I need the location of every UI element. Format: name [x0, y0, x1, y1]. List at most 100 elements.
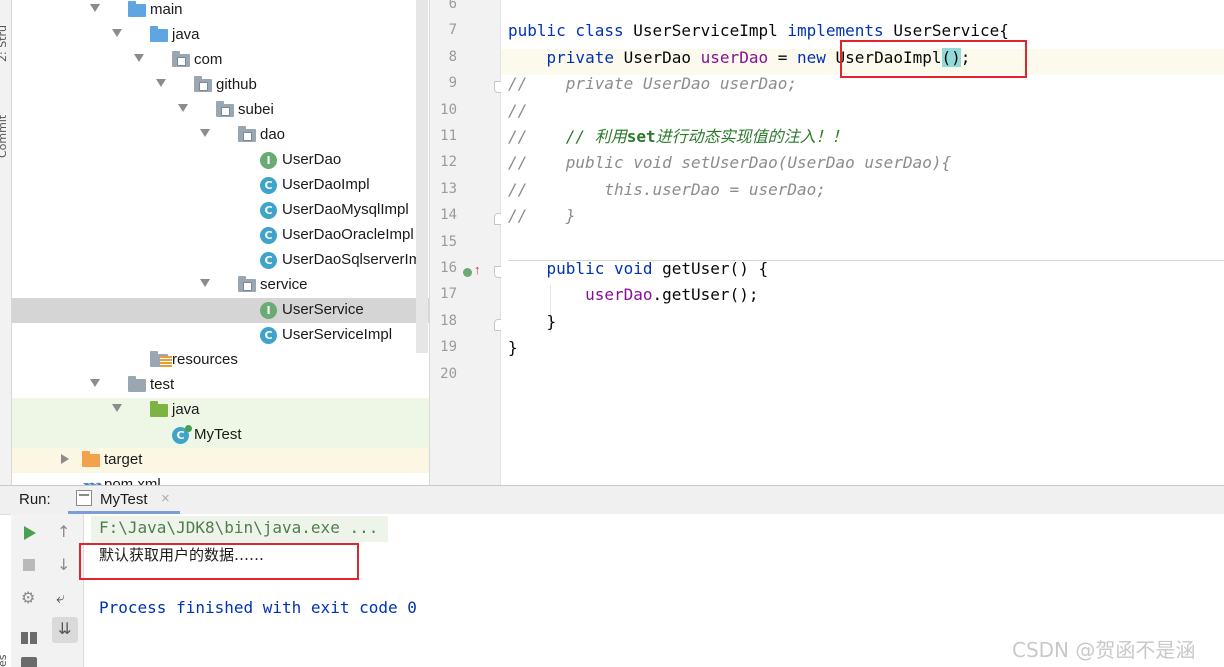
- console-command[interactable]: F:\Java\JDK8\bin\java.exe ...: [99, 518, 378, 537]
- tree-item[interactable]: service: [12, 273, 429, 298]
- tree-item-label: UserDaoImpl: [282, 176, 370, 193]
- code-line[interactable]: }: [508, 335, 518, 361]
- code-token: public void: [508, 259, 663, 278]
- code-token: // private UserDao userDao;: [508, 74, 797, 94]
- chevron-right-icon[interactable]: [61, 454, 69, 464]
- chevron-down-icon[interactable]: [90, 4, 100, 12]
- tree-item[interactable]: C UserDaoImpl: [12, 173, 429, 198]
- tree-item[interactable]: com: [12, 48, 429, 73]
- tree-item-label: UserService: [282, 301, 364, 318]
- class-icon: C: [260, 227, 277, 244]
- tree-item[interactable]: github: [12, 73, 429, 98]
- code-token: set: [626, 127, 656, 146]
- folder-icon: [150, 351, 172, 368]
- folder-icon: [82, 451, 100, 467]
- chevron-down-icon[interactable]: [178, 104, 188, 112]
- line-number: 13: [440, 180, 457, 197]
- code-token: }: [508, 311, 557, 331]
- line-number: 9: [448, 75, 457, 92]
- tree-item-label: service: [260, 276, 308, 293]
- tree-item-label: test: [150, 376, 175, 393]
- code-token: UserServiceImpl: [633, 21, 788, 41]
- line-number: 18: [440, 312, 457, 329]
- project-tree: main java com github subei dao I UserDao C UserDa…: [12, 0, 430, 485]
- code-token: getUser() {: [662, 259, 769, 278]
- tree-item[interactable]: C UserDaoSqlserverIm: [12, 248, 429, 273]
- code-line[interactable]: // this.userDao = userDao;: [508, 177, 826, 203]
- code-line[interactable]: // public void setUserDao(UserDao userDa…: [508, 150, 951, 176]
- overrides-arrow-icon[interactable]: ↑: [474, 262, 481, 277]
- tree-item[interactable]: C UserDaoOracleImpl: [12, 223, 429, 248]
- chevron-down-icon[interactable]: [200, 129, 210, 137]
- chevron-down-icon[interactable]: [112, 404, 122, 412]
- chevron-down-icon[interactable]: [200, 279, 210, 287]
- run-label: Run:: [19, 491, 51, 508]
- layout-icon[interactable]: [21, 632, 37, 644]
- debug-settings-icon[interactable]: ⚙: [21, 588, 35, 607]
- run-tab-mytest[interactable]: MyTest: [100, 491, 148, 508]
- code-token: // }: [508, 206, 576, 226]
- code-token: new: [797, 47, 836, 67]
- soft-wrap-icon[interactable]: ⤶: [56, 588, 65, 608]
- line-number: 10: [440, 101, 457, 118]
- folder-icon: [128, 376, 146, 392]
- implements-marker-icon[interactable]: [463, 268, 472, 277]
- run-toolbar: Run: MyTest ×: [0, 485, 1224, 515]
- scroll-to-end-button[interactable]: ⇊: [52, 617, 78, 643]
- chevron-down-icon[interactable]: [112, 29, 122, 37]
- tree-item[interactable]: test: [12, 373, 429, 398]
- chevron-down-icon[interactable]: [134, 54, 144, 62]
- code-token: implements: [787, 21, 894, 41]
- code-token: //: [508, 100, 528, 120]
- tree-item-label: java: [172, 401, 200, 418]
- code-line[interactable]: }: [508, 309, 557, 335]
- package-icon: [238, 276, 256, 292]
- tree-item[interactable]: resources: [12, 348, 429, 373]
- line-number: 12: [440, 154, 457, 171]
- tree-item-label: UserDaoMysqlImpl: [282, 201, 409, 218]
- code-line[interactable]: //: [508, 98, 527, 124]
- tree-item[interactable]: C UserDaoMysqlImpl: [12, 198, 429, 223]
- tree-item[interactable]: target: [12, 448, 429, 473]
- line-number: 6: [448, 0, 457, 12]
- tree-item[interactable]: C MyTest: [12, 423, 429, 448]
- tree-item[interactable]: main: [12, 0, 429, 23]
- code-line[interactable]: // }: [508, 203, 575, 229]
- print-icon[interactable]: [21, 657, 37, 667]
- tree-item-label: target: [104, 451, 143, 468]
- folder-icon: [150, 26, 168, 42]
- class-icon: C: [260, 202, 277, 219]
- class-icon: C: [260, 177, 277, 194]
- up-arrow-icon[interactable]: ↑: [57, 522, 70, 541]
- code-line[interactable]: public void getUser() {: [508, 256, 769, 282]
- chevron-down-icon[interactable]: [90, 379, 100, 387]
- tree-scrollbar[interactable]: [416, 0, 428, 353]
- code-token: private: [508, 47, 624, 67]
- tree-item[interactable]: java: [12, 398, 429, 423]
- line-number: 17: [440, 286, 457, 303]
- tree-item[interactable]: C UserServiceImpl: [12, 323, 429, 348]
- tree-item[interactable]: java: [12, 23, 429, 48]
- code-token: =: [768, 47, 797, 67]
- package-icon: [172, 51, 190, 67]
- down-arrow-icon[interactable]: ↓: [57, 555, 70, 574]
- tree-item[interactable]: I UserDao: [12, 148, 429, 173]
- tree-item-label: dao: [260, 126, 286, 143]
- code-token: 进行动态实现值的注入！！: [655, 127, 848, 146]
- code-line[interactable]: userDao.getUser();: [508, 282, 758, 308]
- tree-item-label: main: [150, 1, 183, 18]
- rerun-icon[interactable]: [24, 526, 36, 540]
- tree-item-label: resources: [172, 351, 238, 368]
- test-marker-icon: [185, 425, 192, 432]
- tree-item[interactable]: dao: [12, 123, 429, 148]
- code-line[interactable]: // // 利用set进行动态实现值的注入！！: [508, 124, 848, 150]
- stop-icon[interactable]: [23, 559, 35, 571]
- code-line[interactable]: // private UserDao userDao;: [508, 71, 797, 97]
- tree-item[interactable]: I UserService: [12, 298, 429, 323]
- close-icon[interactable]: ×: [161, 490, 170, 507]
- chevron-down-icon[interactable]: [156, 79, 166, 87]
- tree-item[interactable]: mpom.xml: [12, 473, 429, 485]
- maven-icon: m: [82, 474, 103, 485]
- tree-item[interactable]: subei: [12, 98, 429, 123]
